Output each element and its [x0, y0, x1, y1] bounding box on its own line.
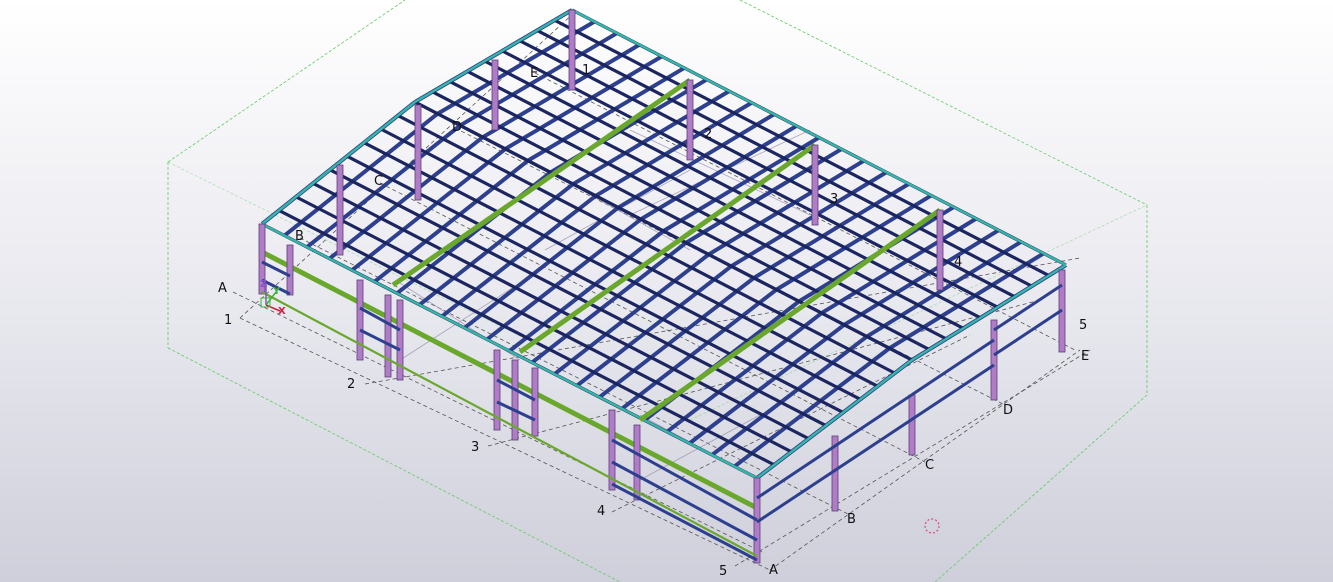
roof-purlin-front — [688, 323, 846, 445]
grid-label-near-2: 2 — [347, 377, 355, 392]
grid-label-far-3: 3 — [830, 192, 838, 207]
roof-purlin-front — [418, 182, 575, 307]
roof-purlins — [260, 8, 1068, 480]
grid-label-near-C: C — [374, 174, 383, 189]
steel-column — [936, 209, 944, 291]
model-viewport[interactable]: 1 2 3 4 5 A B C D E 1 2 3 4 5 B C D E A … — [0, 0, 1333, 582]
roof-purlin-front — [598, 276, 756, 399]
grid-label-far-4: 4 — [954, 255, 962, 270]
steel-column — [491, 59, 499, 131]
grid-label-near-A: A — [218, 281, 227, 296]
roof-purlin-longitudinal — [431, 90, 930, 351]
z-axis-label: Z — [260, 279, 267, 290]
roof-purlin-front — [373, 159, 530, 284]
model-canvas[interactable]: 1 2 3 4 5 A B C D E 1 2 3 4 5 B C D E A … — [0, 0, 1333, 582]
steel-column — [336, 164, 344, 256]
roof-purlin-front — [575, 264, 733, 388]
roof-purlin-front — [530, 241, 688, 365]
grid-label-near-B: B — [295, 229, 304, 244]
grid-label-near-D: D — [452, 120, 462, 135]
steel-column — [414, 104, 422, 201]
roof-purlin-front — [508, 229, 665, 353]
grid-label-far-5: 5 — [1079, 318, 1087, 333]
grid-label-far-C: C — [925, 458, 934, 473]
steel-column — [990, 319, 998, 401]
grid-label-near-4: 4 — [597, 504, 605, 519]
roof-purlin-longitudinal — [466, 69, 965, 330]
grid-label-far-B: B — [847, 512, 856, 527]
steel-column — [908, 394, 916, 456]
steel-column — [568, 9, 576, 91]
grid-label-far-2: 2 — [704, 127, 712, 142]
roof-purlin-front — [620, 288, 778, 411]
roof-purlin-front — [440, 194, 597, 318]
roof-purlin-longitudinal — [449, 80, 947, 341]
steel-column — [384, 294, 392, 378]
grid-label-near-E: E — [530, 66, 538, 81]
grid-label-near-3: 3 — [471, 440, 479, 455]
grid-label-far-D: D — [1003, 403, 1013, 418]
steel-columns — [258, 9, 1066, 564]
steel-column — [686, 79, 694, 161]
roof-purlin-longitudinal — [553, 18, 1050, 277]
roof-purlin-front — [350, 147, 507, 272]
x-axis-label: X — [278, 306, 286, 317]
y-axis-label: Y — [272, 286, 281, 297]
wall-girts — [261, 260, 1063, 562]
steel-column — [356, 279, 364, 361]
grid-label-far-E: E — [1081, 349, 1089, 364]
grid-label-origin-A: A — [769, 563, 778, 578]
steel-column — [286, 244, 294, 296]
roof-purlin-front — [463, 205, 620, 330]
work-area-box — [167, 0, 1148, 582]
roof-purlin-front — [305, 123, 462, 249]
steel-column — [811, 144, 819, 226]
grid-label-far-1: 1 — [582, 63, 590, 78]
wall-girt — [993, 308, 1063, 357]
grid-label-near-5: 5 — [719, 564, 727, 579]
steel-column — [531, 367, 539, 437]
grid-label-near-1: 1 — [224, 313, 232, 328]
steel-column — [633, 424, 641, 501]
origin-marker-icon[interactable] — [924, 518, 940, 534]
roof-purlin-longitudinal — [484, 59, 982, 320]
roof-purlin-front — [665, 311, 823, 434]
steel-column — [396, 299, 404, 381]
